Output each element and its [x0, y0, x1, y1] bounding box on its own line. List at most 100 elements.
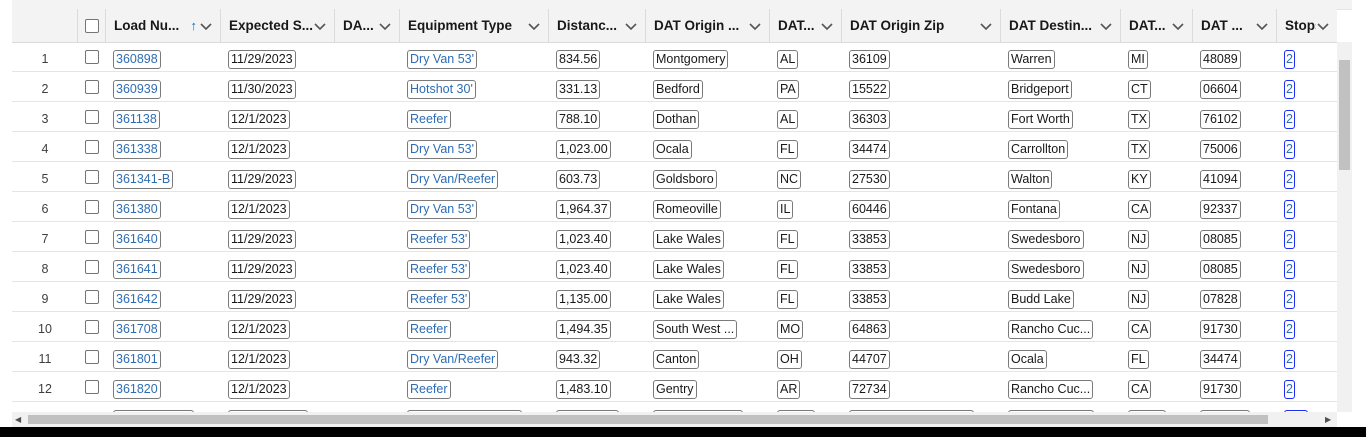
record-link[interactable]: Reefer 53' [407, 259, 471, 279]
row-select-checkbox[interactable] [85, 230, 99, 244]
cell-expected: 12/1/2023 [221, 342, 335, 372]
row-select-checkbox[interactable] [85, 350, 99, 364]
column-header-load-number[interactable]: Load Nu... ↑ [106, 9, 221, 42]
column-header-equipment-type[interactable]: Equipment Type [400, 9, 549, 42]
table-row[interactable]: 10 361708 12/1/2023 Reefer 1,494.35 South Wes… [12, 312, 1337, 342]
record-link[interactable]: Dry Van 53' [407, 199, 477, 219]
cell-equipment: Dry Van/Reefer [400, 342, 549, 372]
record-link[interactable]: 360939 [113, 79, 161, 99]
cell-deststate: NJ [1121, 282, 1193, 312]
cell-equipment: Dry Van 53' [400, 42, 549, 72]
table-row[interactable]: 6 361380 12/1/2023 Dry Van 53' 1,964.37 Romeo… [12, 192, 1337, 222]
column-header-da[interactable]: DA... [335, 9, 400, 42]
record-link[interactable]: 361801 [113, 349, 161, 369]
record-link[interactable]: Reefer 53' [407, 289, 471, 309]
chevron-down-icon[interactable] [820, 19, 834, 33]
record-link[interactable]: 361138 [113, 109, 160, 129]
record-link[interactable]: 360898 [113, 49, 161, 69]
chevron-down-icon[interactable] [1099, 19, 1113, 33]
row-select-checkbox[interactable] [85, 50, 99, 64]
table-row[interactable]: 3 361138 12/1/2023 Reefer 788.10 Dothan AL 3630… [12, 102, 1337, 132]
column-header-destination-state[interactable]: DAT... [1121, 9, 1193, 42]
chevron-down-icon[interactable] [199, 19, 213, 33]
record-link[interactable]: Reefer [407, 379, 451, 399]
cell-expected: 12/1/2023 [221, 372, 335, 402]
column-header-expected-ship[interactable]: Expected S... [221, 9, 335, 42]
horizontal-scrollbar[interactable]: ◀ ▶ [12, 412, 1337, 427]
table-row[interactable]: 12 361820 12/1/2023 Reefer 1,483.10 Gentry AR 7… [12, 372, 1337, 402]
vertical-scrollbar-thumb[interactable] [1339, 60, 1350, 170]
column-header-destination-city[interactable]: DAT Destin... [1001, 9, 1121, 42]
vertical-scrollbar[interactable] [1337, 42, 1352, 412]
cell-num: 12 [38, 382, 52, 396]
cell-destcity [1001, 402, 1121, 412]
cell-value: NC [777, 169, 802, 189]
column-header-destination-zip[interactable]: DAT ... [1193, 9, 1277, 42]
row-select-checkbox[interactable] [85, 170, 99, 184]
cell-da [335, 222, 400, 252]
record-link[interactable]: Reefer [407, 319, 451, 339]
record-link[interactable]: 361338 [113, 139, 161, 159]
chevron-down-icon[interactable] [1255, 19, 1269, 33]
chevron-down-icon[interactable] [1171, 19, 1185, 33]
chevron-down-icon[interactable] [748, 19, 762, 33]
chevron-down-icon[interactable] [624, 19, 638, 33]
cell-cb [78, 192, 106, 222]
row-select-checkbox[interactable] [85, 110, 99, 124]
column-header-origin-zip[interactable]: DAT Origin Zip [842, 9, 1001, 42]
record-link[interactable]: 361341-B [113, 169, 174, 189]
column-header-stops[interactable]: Stops [1277, 9, 1337, 42]
row-select-checkbox[interactable] [85, 80, 99, 94]
table-row[interactable]: 8 361641 11/29/2023 Reefer 53' 1,023.40 Lake … [12, 252, 1337, 282]
table-row[interactable]: 9 361642 11/29/2023 Reefer 53' 1,135.00 Lake … [12, 282, 1337, 312]
cell-originstate: FL [770, 132, 842, 162]
record-link[interactable]: Reefer [407, 109, 451, 129]
column-header-distance[interactable]: Distanc... [549, 9, 646, 42]
table-row[interactable]: 11 361801 12/1/2023 Dry Van/Reefer 943.32 Can… [12, 342, 1337, 372]
column-header-label: DAT Origin ... [654, 18, 740, 33]
table-row[interactable]: 4 361338 12/1/2023 Dry Van 53' 1,023.00 Ocala… [12, 132, 1337, 162]
scroll-left-arrow-icon[interactable]: ◀ [15, 415, 21, 424]
record-link[interactable]: 361641 [113, 259, 161, 279]
column-header-origin-state[interactable]: DAT... [770, 9, 842, 42]
row-select-checkbox[interactable] [85, 200, 99, 214]
select-all-checkbox[interactable] [84, 18, 99, 33]
chevron-down-icon[interactable] [313, 19, 327, 33]
record-link[interactable]: 361640 [113, 229, 161, 249]
record-link[interactable]: 361380 [113, 199, 161, 219]
record-link[interactable]: Reefer 53' [407, 229, 471, 249]
horizontal-scrollbar-thumb[interactable] [28, 415, 1268, 424]
row-select-checkbox[interactable] [85, 140, 99, 154]
chevron-down-icon[interactable] [527, 19, 541, 33]
cell-destzip [1193, 402, 1277, 412]
record-link[interactable]: 361642 [113, 289, 161, 309]
record-link[interactable]: Dry Van/Reefer [407, 169, 499, 189]
record-link[interactable]: 361820 [113, 379, 161, 399]
cell-originzip: 33853 [842, 222, 1001, 252]
record-link[interactable]: Dry Van 53' [407, 139, 477, 159]
cell-value: Rancho Cuc... [1008, 319, 1094, 339]
record-link[interactable]: Dry Van/Reefer [407, 349, 499, 369]
chevron-down-icon[interactable] [378, 19, 392, 33]
cell-value: 12/1/2023 [228, 379, 290, 399]
record-link[interactable]: 361708 [113, 319, 161, 339]
table-row[interactable]: 5 361341-B 11/29/2023 Dry Van/Reefer 603.73 G… [12, 162, 1337, 192]
record-link[interactable]: Dry Van 53' [407, 49, 477, 69]
column-header-label: Equipment Type [408, 18, 513, 33]
table-row[interactable]: 2 360939 11/30/2023 Hotshot 30' 331.13 Bedfor… [12, 72, 1337, 102]
column-header-origin-city[interactable]: DAT Origin ... [646, 9, 770, 42]
chevron-down-icon[interactable] [979, 19, 993, 33]
row-select-checkbox[interactable] [85, 260, 99, 274]
scroll-right-arrow-icon[interactable]: ▶ [1325, 415, 1331, 424]
row-select-checkbox[interactable] [85, 380, 99, 394]
cell-value: OH [777, 349, 802, 369]
record-link[interactable]: Hotshot 30' [407, 79, 476, 99]
table-row-partial[interactable] [12, 402, 1337, 412]
table-row[interactable]: 1 360898 11/29/2023 Dry Van 53' 834.56 Montgo… [12, 42, 1337, 72]
table-row[interactable]: 7 361640 11/29/2023 Reefer 53' 1,023.40 Lake … [12, 222, 1337, 252]
cell-value: Swedesboro [1008, 259, 1084, 279]
row-select-checkbox[interactable] [85, 320, 99, 334]
row-select-checkbox[interactable] [85, 290, 99, 304]
chevron-down-icon[interactable] [1316, 19, 1330, 33]
cell-stops: 2 [1277, 42, 1337, 72]
